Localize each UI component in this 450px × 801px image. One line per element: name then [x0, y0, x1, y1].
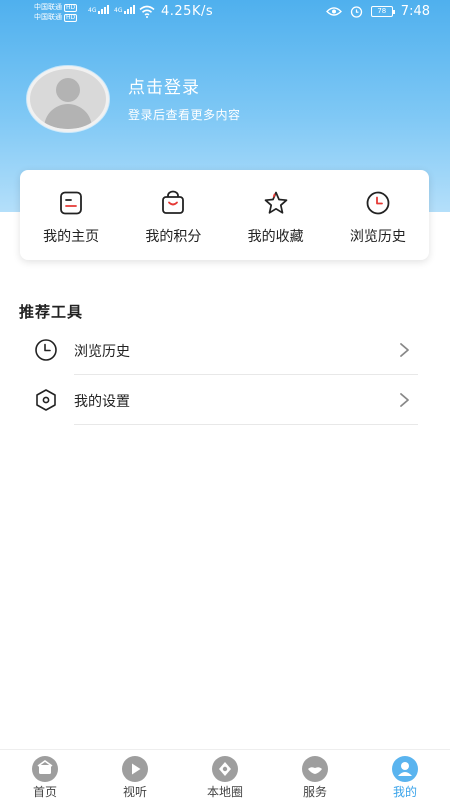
bottom-tab-bar: 首页 视听 本地圈 服务 我的 — [0, 749, 450, 801]
battery-icon: 78 — [370, 6, 395, 17]
chevron-right-icon — [400, 343, 409, 357]
tab-media[interactable]: 视听 — [90, 750, 180, 801]
user-icon — [392, 756, 418, 782]
play-icon — [122, 756, 148, 782]
handshake-icon — [302, 756, 328, 782]
quick-action-label: 我的主页 — [43, 229, 100, 245]
signal-icon-1: 4G — [88, 5, 110, 14]
eye-icon — [325, 7, 342, 16]
local-circle-icon — [212, 756, 238, 782]
net-speed: 4.25K/s — [161, 4, 214, 19]
login-title[interactable]: 点击登录 — [128, 73, 200, 98]
tab-mine[interactable]: 我的 — [360, 750, 450, 801]
star-icon — [264, 191, 287, 214]
quick-action-homepage[interactable]: 我的主页 — [20, 170, 122, 260]
shopping-bag-icon — [162, 190, 185, 214]
quick-action-label: 浏览历史 — [349, 229, 406, 245]
tools-section-title: 推荐工具 — [19, 303, 84, 321]
tab-home[interactable]: 首页 — [0, 750, 90, 801]
quick-action-history[interactable]: 浏览历史 — [327, 170, 429, 260]
carrier-name-1: 中国联通 — [34, 3, 62, 11]
quick-actions-card: 我的主页 我的积分 我的收藏 浏览历史 — [20, 170, 429, 260]
settings-hexagon-icon — [36, 389, 56, 411]
profile-card-icon — [60, 191, 83, 215]
tab-label: 我的 — [392, 785, 417, 799]
quick-action-points[interactable]: 我的积分 — [122, 170, 224, 260]
chevron-right-icon — [400, 393, 409, 407]
signal-icon-2: 4G — [114, 5, 136, 14]
tab-services[interactable]: 服务 — [270, 750, 360, 801]
quick-action-label: 我的积分 — [145, 229, 202, 245]
clock-icon — [366, 191, 390, 215]
hd-badge-2: HD — [64, 14, 78, 22]
quick-action-label: 我的收藏 — [247, 229, 304, 245]
tab-label: 首页 — [32, 785, 57, 799]
tool-item-label: 浏览历史 — [74, 344, 130, 360]
tab-label: 本地圈 — [206, 785, 243, 799]
tab-label: 视听 — [122, 785, 147, 799]
wifi-icon — [139, 5, 155, 18]
carrier-info: 中国联通 HD 中国联通 HD — [34, 2, 78, 22]
divider — [74, 424, 418, 425]
home-icon — [32, 756, 58, 782]
tool-item-settings[interactable]: 我的设置 — [0, 375, 450, 425]
tool-item-history[interactable]: 浏览历史 — [0, 325, 450, 375]
status-right-group: 78 7:48 — [325, 4, 430, 19]
avatar[interactable] — [27, 66, 109, 132]
tab-local[interactable]: 本地圈 — [180, 750, 270, 801]
network-type-2: 4G — [114, 7, 123, 14]
quick-action-favorites[interactable]: 我的收藏 — [225, 170, 327, 260]
tab-label: 服务 — [302, 785, 327, 799]
clock-icon — [35, 339, 57, 361]
login-subtitle: 登录后查看更多内容 — [128, 108, 241, 122]
status-bar: 中国联通 HD 中国联通 HD 4G 4G 4.25K/s 78 7:48 — [0, 0, 450, 26]
alarm-icon — [350, 6, 362, 18]
carrier-name-2: 中国联通 — [34, 13, 62, 21]
tool-item-label: 我的设置 — [74, 394, 130, 410]
hd-badge-1: HD — [64, 4, 78, 12]
network-type-1: 4G — [88, 7, 97, 14]
status-time: 7:48 — [400, 4, 430, 19]
